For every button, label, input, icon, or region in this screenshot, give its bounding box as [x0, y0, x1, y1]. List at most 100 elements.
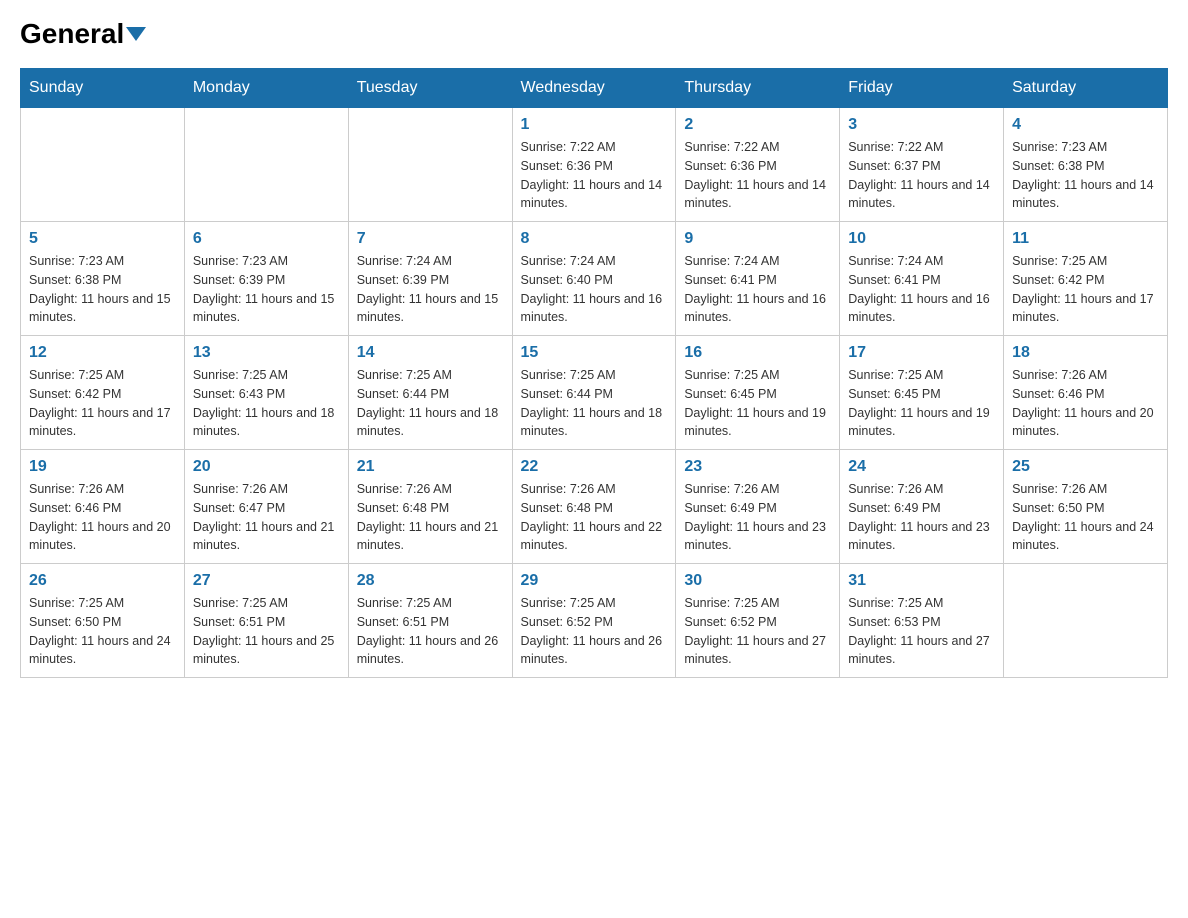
calendar-cell: 15 Sunrise: 7:25 AMSunset: 6:44 PMDayligh… [512, 336, 676, 450]
calendar-body: 1 Sunrise: 7:22 AMSunset: 6:36 PMDaylight… [21, 108, 1168, 678]
weekday-header-row: SundayMondayTuesdayWednesdayThursdayFrid… [21, 69, 1168, 108]
calendar-cell: 26 Sunrise: 7:25 AMSunset: 6:50 PMDayligh… [21, 564, 185, 678]
calendar-header: SundayMondayTuesdayWednesdayThursdayFrid… [21, 69, 1168, 108]
calendar-cell: 29 Sunrise: 7:25 AMSunset: 6:52 PMDayligh… [512, 564, 676, 678]
day-number: 11 [1012, 230, 1159, 248]
day-number: 10 [848, 230, 995, 248]
calendar-cell: 24 Sunrise: 7:26 AMSunset: 6:49 PMDayligh… [840, 450, 1004, 564]
day-number: 13 [193, 344, 340, 362]
day-info: Sunrise: 7:26 AMSunset: 6:48 PMDaylight:… [521, 480, 668, 555]
day-info: Sunrise: 7:25 AMSunset: 6:51 PMDaylight:… [193, 594, 340, 669]
day-number: 26 [29, 572, 176, 590]
day-info: Sunrise: 7:25 AMSunset: 6:44 PMDaylight:… [521, 366, 668, 441]
calendar-cell: 6 Sunrise: 7:23 AMSunset: 6:39 PMDaylight… [184, 222, 348, 336]
calendar-cell: 9Sunrise: 7:24 AMSunset: 6:41 PMDaylight… [676, 222, 840, 336]
day-info: Sunrise: 7:25 AMSunset: 6:45 PMDaylight:… [848, 366, 995, 441]
day-number: 24 [848, 458, 995, 476]
day-info: Sunrise: 7:23 AMSunset: 6:38 PMDaylight:… [29, 252, 176, 327]
day-info: Sunrise: 7:26 AMSunset: 6:49 PMDaylight:… [848, 480, 995, 555]
weekday-header-wednesday: Wednesday [512, 69, 676, 108]
day-number: 17 [848, 344, 995, 362]
day-number: 28 [357, 572, 504, 590]
day-number: 30 [684, 572, 831, 590]
calendar-cell: 5 Sunrise: 7:23 AMSunset: 6:38 PMDaylight… [21, 222, 185, 336]
day-info: Sunrise: 7:23 AMSunset: 6:39 PMDaylight:… [193, 252, 340, 327]
day-info: Sunrise: 7:25 AMSunset: 6:44 PMDaylight:… [357, 366, 504, 441]
calendar-cell [1004, 564, 1168, 678]
calendar-cell: 30 Sunrise: 7:25 AMSunset: 6:52 PMDayligh… [676, 564, 840, 678]
day-info: Sunrise: 7:24 AMSunset: 6:39 PMDaylight:… [357, 252, 504, 327]
calendar-cell: 28 Sunrise: 7:25 AMSunset: 6:51 PMDayligh… [348, 564, 512, 678]
day-info: Sunrise: 7:25 AMSunset: 6:43 PMDaylight:… [193, 366, 340, 441]
day-number: 6 [193, 230, 340, 248]
day-number: 25 [1012, 458, 1159, 476]
day-number: 29 [521, 572, 668, 590]
day-info: Sunrise: 7:25 AMSunset: 6:52 PMDaylight:… [684, 594, 831, 669]
calendar-week-2: 12Sunrise: 7:25 AMSunset: 6:42 PMDayligh… [21, 336, 1168, 450]
day-info: Sunrise: 7:26 AMSunset: 6:49 PMDaylight:… [684, 480, 831, 555]
day-number: 21 [357, 458, 504, 476]
calendar-cell: 25 Sunrise: 7:26 AMSunset: 6:50 PMDayligh… [1004, 450, 1168, 564]
logo: General [20, 20, 146, 48]
weekday-header-sunday: Sunday [21, 69, 185, 108]
weekday-header-saturday: Saturday [1004, 69, 1168, 108]
day-info: Sunrise: 7:25 AMSunset: 6:50 PMDaylight:… [29, 594, 176, 669]
calendar-cell: 11 Sunrise: 7:25 AMSunset: 6:42 PMDayligh… [1004, 222, 1168, 336]
calendar-cell: 12Sunrise: 7:25 AMSunset: 6:42 PMDayligh… [21, 336, 185, 450]
calendar-week-1: 5 Sunrise: 7:23 AMSunset: 6:38 PMDaylight… [21, 222, 1168, 336]
calendar-cell: 16 Sunrise: 7:25 AMSunset: 6:45 PMDayligh… [676, 336, 840, 450]
page-header: General [20, 20, 1168, 48]
day-info: Sunrise: 7:22 AMSunset: 6:37 PMDaylight:… [848, 138, 995, 213]
day-number: 14 [357, 344, 504, 362]
calendar-week-3: 19Sunrise: 7:26 AMSunset: 6:46 PMDayligh… [21, 450, 1168, 564]
weekday-header-friday: Friday [840, 69, 1004, 108]
calendar-cell [184, 108, 348, 222]
calendar-cell: 23 Sunrise: 7:26 AMSunset: 6:49 PMDayligh… [676, 450, 840, 564]
day-number: 15 [521, 344, 668, 362]
day-info: Sunrise: 7:22 AMSunset: 6:36 PMDaylight:… [684, 138, 831, 213]
day-number: 20 [193, 458, 340, 476]
day-number: 27 [193, 572, 340, 590]
day-info: Sunrise: 7:24 AMSunset: 6:40 PMDaylight:… [521, 252, 668, 327]
weekday-header-tuesday: Tuesday [348, 69, 512, 108]
calendar-cell: 27 Sunrise: 7:25 AMSunset: 6:51 PMDayligh… [184, 564, 348, 678]
calendar-cell: 4 Sunrise: 7:23 AMSunset: 6:38 PMDaylight… [1004, 108, 1168, 222]
day-info: Sunrise: 7:23 AMSunset: 6:38 PMDaylight:… [1012, 138, 1159, 213]
calendar-cell: 31 Sunrise: 7:25 AMSunset: 6:53 PMDayligh… [840, 564, 1004, 678]
day-number: 4 [1012, 116, 1159, 134]
calendar-week-0: 1 Sunrise: 7:22 AMSunset: 6:36 PMDaylight… [21, 108, 1168, 222]
weekday-header-thursday: Thursday [676, 69, 840, 108]
calendar-cell: 17 Sunrise: 7:25 AMSunset: 6:45 PMDayligh… [840, 336, 1004, 450]
day-info: Sunrise: 7:24 AMSunset: 6:41 PMDaylight:… [848, 252, 995, 327]
day-number: 22 [521, 458, 668, 476]
calendar-cell: 3 Sunrise: 7:22 AMSunset: 6:37 PMDaylight… [840, 108, 1004, 222]
calendar-cell: 13 Sunrise: 7:25 AMSunset: 6:43 PMDayligh… [184, 336, 348, 450]
day-number: 5 [29, 230, 176, 248]
day-info: Sunrise: 7:26 AMSunset: 6:50 PMDaylight:… [1012, 480, 1159, 555]
day-info: Sunrise: 7:25 AMSunset: 6:42 PMDaylight:… [1012, 252, 1159, 327]
day-number: 3 [848, 116, 995, 134]
day-info: Sunrise: 7:26 AMSunset: 6:46 PMDaylight:… [1012, 366, 1159, 441]
day-number: 18 [1012, 344, 1159, 362]
day-info: Sunrise: 7:22 AMSunset: 6:36 PMDaylight:… [521, 138, 668, 213]
day-number: 1 [521, 116, 668, 134]
calendar-cell [348, 108, 512, 222]
day-info: Sunrise: 7:25 AMSunset: 6:45 PMDaylight:… [684, 366, 831, 441]
day-info: Sunrise: 7:26 AMSunset: 6:48 PMDaylight:… [357, 480, 504, 555]
calendar-cell: 7Sunrise: 7:24 AMSunset: 6:39 PMDaylight… [348, 222, 512, 336]
day-number: 16 [684, 344, 831, 362]
calendar-cell: 21 Sunrise: 7:26 AMSunset: 6:48 PMDayligh… [348, 450, 512, 564]
weekday-header-monday: Monday [184, 69, 348, 108]
day-info: Sunrise: 7:25 AMSunset: 6:52 PMDaylight:… [521, 594, 668, 669]
day-info: Sunrise: 7:25 AMSunset: 6:51 PMDaylight:… [357, 594, 504, 669]
day-number: 23 [684, 458, 831, 476]
calendar-cell: 10 Sunrise: 7:24 AMSunset: 6:41 PMDayligh… [840, 222, 1004, 336]
calendar-week-4: 26 Sunrise: 7:25 AMSunset: 6:50 PMDayligh… [21, 564, 1168, 678]
day-number: 31 [848, 572, 995, 590]
calendar-table: SundayMondayTuesdayWednesdayThursdayFrid… [20, 68, 1168, 678]
calendar-cell: 1 Sunrise: 7:22 AMSunset: 6:36 PMDaylight… [512, 108, 676, 222]
day-info: Sunrise: 7:26 AMSunset: 6:47 PMDaylight:… [193, 480, 340, 555]
calendar-cell: 2Sunrise: 7:22 AMSunset: 6:36 PMDaylight… [676, 108, 840, 222]
day-number: 19 [29, 458, 176, 476]
day-info: Sunrise: 7:25 AMSunset: 6:53 PMDaylight:… [848, 594, 995, 669]
